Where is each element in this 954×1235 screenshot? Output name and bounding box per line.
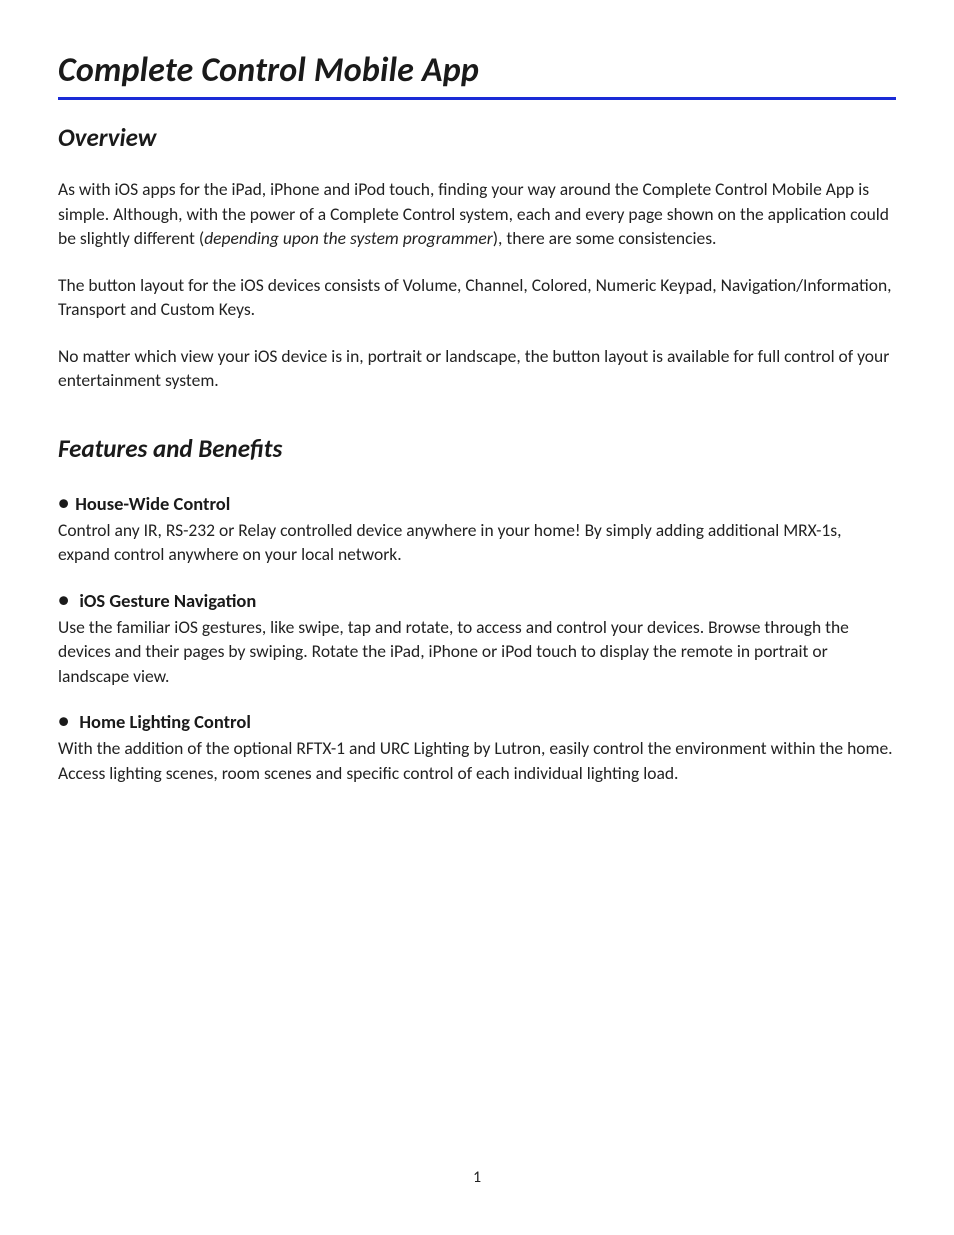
feature-body: Use the familiar iOS gestures, like swip…	[58, 615, 896, 689]
document-title: Complete Control Mobile App	[58, 50, 896, 97]
feature-body: With the addition of the optional RFTX-1…	[58, 736, 896, 785]
bullet-icon: ●	[58, 588, 69, 611]
feature-title: ● iOS Gesture Navigation	[58, 589, 896, 612]
feature-title-text: House-Wide Control	[75, 492, 230, 515]
feature-body: Control any IR, RS-232 or Relay controll…	[58, 518, 896, 567]
page-number: 1	[0, 1168, 954, 1187]
overview-paragraph-3: No matter which view your iOS device is …	[58, 344, 896, 393]
feature-item: ● iOS Gesture Navigation Use the familia…	[58, 589, 896, 689]
section-heading-overview: Overview	[58, 122, 896, 153]
overview-p1-part-b: ), there are some consistencies.	[493, 227, 717, 249]
feature-title-text: iOS Gesture Navigation	[79, 589, 256, 612]
section-heading-features: Features and Benefits	[58, 433, 896, 464]
bullet-icon: ●	[58, 491, 69, 514]
overview-paragraph-1: As with iOS apps for the iPad, iPhone an…	[58, 177, 896, 251]
title-underline	[58, 97, 896, 100]
feature-title: ● Home Lighting Control	[58, 710, 896, 733]
feature-title-text: Home Lighting Control	[79, 710, 251, 733]
bullet-icon: ●	[58, 709, 69, 732]
feature-item: ● Home Lighting Control With the additio…	[58, 710, 896, 785]
feature-item: ● House-Wide Control Control any IR, RS-2…	[58, 492, 896, 567]
overview-p1-italic: depending upon the system programmer	[204, 227, 493, 249]
overview-paragraph-2: The button layout for the iOS devices co…	[58, 273, 896, 322]
feature-title: ● House-Wide Control	[58, 492, 896, 515]
document-page: Complete Control Mobile App Overview As …	[0, 0, 954, 1235]
